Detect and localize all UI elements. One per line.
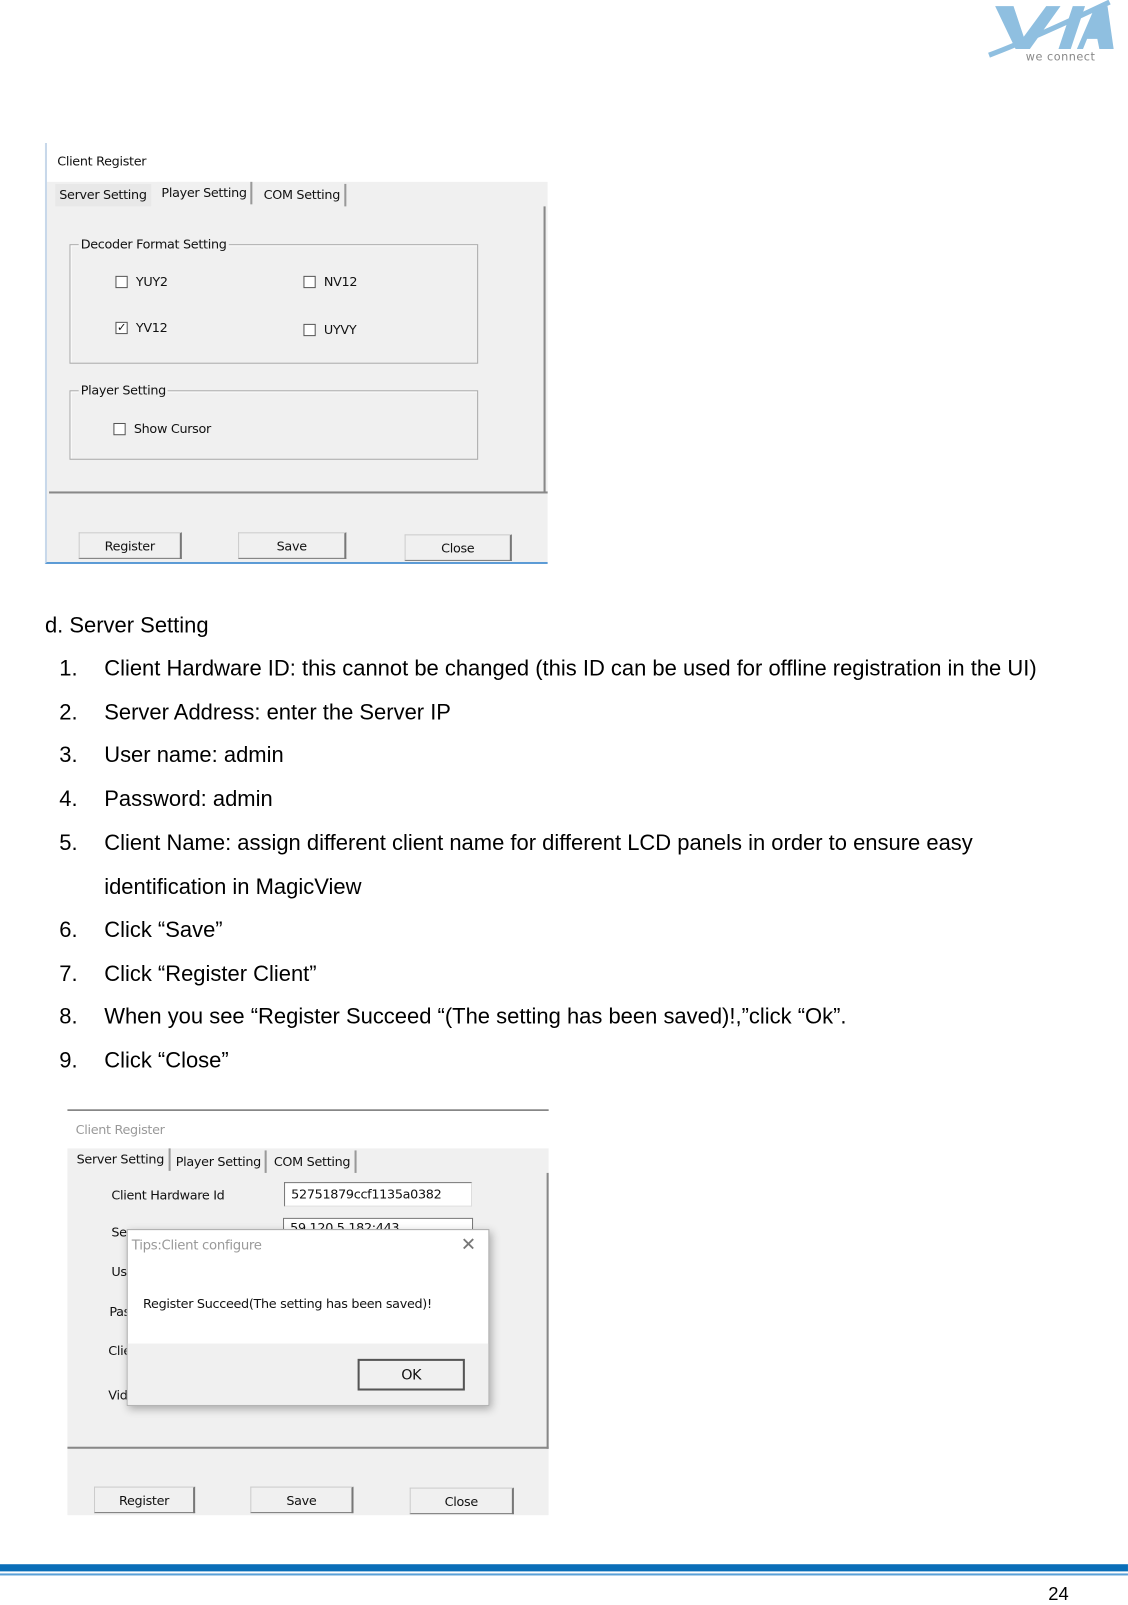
list-item: Client Name: assign different client nam…	[104, 830, 973, 856]
list-number: 6.	[59, 917, 78, 943]
checkbox-label: UYVY	[323, 321, 357, 338]
register-button[interactable]: Register	[93, 1486, 196, 1514]
panel-border	[543, 206, 546, 493]
list-number: 4.	[59, 786, 78, 812]
checkbox-label: YV12	[135, 319, 168, 336]
list-number: 8.	[59, 1004, 78, 1029]
list-number: 9.	[59, 1048, 78, 1073]
dialog-body: Server Setting Player Setting COM Settin…	[46, 181, 548, 562]
list-item: Click “Save”	[104, 917, 223, 943]
divider	[49, 491, 548, 494]
group-title: Decoder Format Setting	[78, 236, 229, 252]
tab-player-setting[interactable]: Player Setting	[172, 1150, 268, 1173]
modal-title: Tips:Client configure	[131, 1238, 262, 1254]
list-number: 5.	[59, 830, 78, 856]
checkbox-box[interactable]	[303, 323, 316, 336]
list-item: Click “Register Client”	[104, 961, 317, 986]
list-item: When you see “Register Succeed “(The set…	[104, 1004, 847, 1029]
label-video: Vid	[108, 1387, 128, 1403]
save-button[interactable]: Save	[250, 1486, 354, 1514]
list-number: 2.	[59, 699, 78, 725]
divider	[67, 1446, 549, 1449]
list-item: Click “Close”	[104, 1048, 229, 1073]
check-icon[interactable]: ✓	[115, 321, 128, 334]
client-register-dialog-server: Client Register Server Setting Player Se…	[67, 1109, 549, 1516]
checkbox-yv12[interactable]: ✓ YV12	[115, 319, 168, 336]
hardware-id-label: Client Hardware Id	[111, 1187, 225, 1203]
checkbox-box[interactable]	[115, 275, 128, 288]
tab-server-setting[interactable]: Server Setting	[73, 1148, 171, 1171]
list-item: Password: admin	[104, 786, 273, 812]
section-heading: d. Server Setting	[44, 613, 209, 638]
close-button[interactable]: Close	[404, 534, 512, 561]
checkbox-box[interactable]	[113, 422, 126, 435]
label-server-address: Se	[111, 1223, 127, 1240]
tips-modal: Tips:Client configure ✕ Register Succeed…	[126, 1229, 490, 1406]
modal-message: Register Succeed(The setting has been sa…	[143, 1295, 432, 1311]
checkbox-label: Show Cursor	[133, 420, 211, 437]
list-item-continued: identification in MagicView	[104, 874, 362, 900]
checkbox-yuy2[interactable]: YUY2	[115, 273, 168, 290]
player-setting-group: Player Setting Show Cursor	[69, 382, 479, 460]
client-register-dialog-player: Client Register Server Setting Player Se…	[44, 143, 548, 564]
close-icon[interactable]: ✕	[461, 1234, 476, 1255]
ok-button[interactable]: OK	[357, 1358, 465, 1391]
checkbox-nv12[interactable]: NV12	[303, 274, 357, 289]
dialog-title: Client Register	[75, 1121, 165, 1138]
decoder-format-group: Decoder Format Setting YUY2 NV12 ✓ YV12 U…	[69, 236, 479, 364]
dialog-title: Client Register	[57, 153, 147, 169]
label-username: Us	[111, 1263, 127, 1280]
tab-server-setting[interactable]: Server Setting	[55, 183, 151, 207]
checkbox-label: YUY2	[135, 273, 168, 290]
panel-border	[546, 1172, 549, 1449]
footer-rule-thin	[0, 1573, 1128, 1576]
tab-player-setting[interactable]: Player Setting	[157, 181, 253, 205]
footer-rule	[0, 1564, 1128, 1572]
list-number: 1.	[59, 655, 78, 681]
tab-com-setting[interactable]: COM Setting	[270, 1150, 357, 1173]
list-item: Client Hardware ID: this cannot be chang…	[104, 655, 1037, 681]
list-number: 7.	[59, 961, 78, 986]
save-button[interactable]: Save	[238, 532, 347, 559]
close-button[interactable]: Close	[409, 1487, 514, 1515]
tab-com-setting[interactable]: COM Setting	[260, 183, 347, 207]
checkbox-show-cursor[interactable]: Show Cursor	[113, 421, 211, 436]
hardware-id-field[interactable]: 52751879ccf1135a0382	[284, 1182, 473, 1207]
group-title: Player Setting	[78, 382, 169, 398]
register-button[interactable]: Register	[78, 532, 182, 559]
checkbox-uyvy[interactable]: UYVY	[303, 321, 357, 338]
list-item: Server Address: enter the Server IP	[104, 699, 451, 725]
via-logo: we connect	[987, 0, 1116, 65]
logo-tagline: we connect	[1025, 50, 1096, 64]
checkbox-label: NV12	[323, 273, 358, 290]
modal-footer: OK	[127, 1343, 489, 1405]
list-number: 3.	[59, 742, 78, 768]
list-item: User name: admin	[104, 742, 284, 768]
checkbox-box[interactable]	[303, 275, 316, 288]
